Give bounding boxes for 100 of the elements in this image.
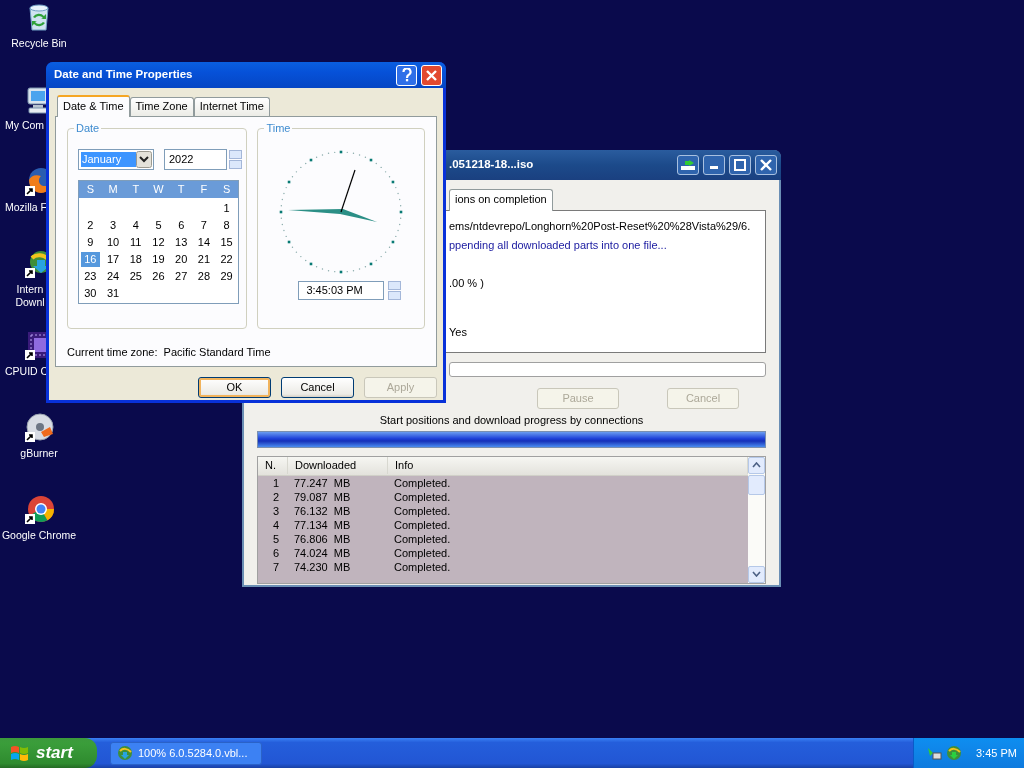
tab[interactable]: Time Zone [129, 97, 194, 116]
calendar-day[interactable]: 5 [147, 218, 170, 233]
text-field[interactable] [449, 362, 766, 377]
table-cell-text: 5 [271, 531, 281, 546]
calendar-day[interactable]: 1 [215, 201, 238, 216]
table-cell-text: Completed. [393, 517, 452, 532]
calendar-day[interactable]: 22 [215, 252, 238, 267]
calendar-day[interactable]: 8 [215, 218, 238, 233]
taskbar-button[interactable]: 100% 6.0.5284.0.vbl... [110, 741, 262, 765]
calendar-day[interactable]: 18 [124, 252, 148, 267]
calendar-day[interactable]: 25 [124, 269, 148, 284]
calendar-day[interactable]: 19 [147, 252, 170, 267]
calendar-day[interactable]: 26 [147, 269, 170, 284]
table-cell-text: Completed. [393, 531, 452, 546]
table-cell-text: 76.132 MB [293, 503, 352, 518]
browser-icon[interactable] [23, 494, 55, 526]
icon-label: Recycle Bin [11, 37, 67, 50]
calendar-day[interactable]: 29 [215, 269, 238, 284]
minimize-button[interactable] [703, 155, 725, 175]
start-button[interactable]: start [0, 738, 97, 768]
calendar-day[interactable]: 13 [169, 235, 193, 250]
table-cell-text: Completed. [393, 489, 452, 504]
close-icon [426, 69, 437, 81]
weekday-label: F [199, 182, 209, 198]
weekday-label: S [85, 182, 95, 198]
table-cell-text: 74.024 MB [293, 545, 352, 560]
icon-label: Google Chrome [1, 529, 77, 542]
calendar-day[interactable]: 28 [192, 269, 216, 284]
calendar-day[interactable]: 14 [192, 235, 216, 250]
column-header[interactable]: N. [258, 457, 288, 474]
time-zone-text: Current time zone: Pacific Standard Time [67, 345, 272, 360]
calendar-day[interactable]: 17 [101, 252, 125, 267]
tab[interactable]: ions on completion [449, 189, 553, 211]
table-cell-text: Completed. [393, 503, 452, 518]
maximize-button[interactable] [729, 155, 751, 175]
calendar-day[interactable]: 27 [169, 269, 193, 284]
calendar-day[interactable]: 20 [169, 252, 193, 267]
window-title: Date and Time Properties [54, 67, 193, 83]
table-cell-text: 76.806 MB [293, 531, 352, 546]
weekday-label: T [131, 182, 141, 198]
calendar-day[interactable]: 21 [192, 252, 216, 267]
group-label: Time [264, 121, 293, 135]
table-cell-text: 77.134 MB [293, 517, 352, 532]
time-field[interactable]: 3:45:03 PM [298, 281, 385, 300]
table-cell-text: Completed. [393, 475, 452, 490]
table-cell-text: 1 [271, 475, 281, 490]
help-button[interactable] [396, 64, 417, 86]
tab[interactable]: Date & Time [57, 95, 130, 117]
year-field[interactable]: 2022 [164, 149, 227, 170]
calendar-day[interactable]: 24 [101, 269, 125, 284]
calendar-day[interactable]: 6 [169, 218, 193, 233]
column-header[interactable]: Downloaded [288, 457, 388, 474]
tab[interactable]: Internet Time [193, 97, 270, 116]
scrollbar[interactable] [748, 456, 765, 583]
calendar-day[interactable]: 4 [124, 218, 148, 233]
info-text: Yes [449, 325, 468, 340]
calendar-day[interactable]: 30 [79, 286, 102, 301]
calendar-day[interactable]: 9 [79, 235, 102, 250]
table-cell-text: 2 [271, 489, 281, 504]
table-cell-text: 74.230 MB [293, 559, 352, 574]
question-mark-icon [401, 68, 412, 82]
table-cell-text: 4 [271, 517, 281, 532]
table-cell-text: 7 [271, 559, 281, 574]
selected-text: January [81, 152, 136, 167]
table-cell-text: 79.087 MB [293, 489, 352, 504]
icon-label: gBurner [20, 447, 58, 460]
calendar-day[interactable]: 7 [192, 218, 216, 233]
calendar-day[interactable]: 15 [215, 235, 238, 250]
weekday-label: W [152, 182, 165, 198]
window-title: .051218-18...iso [449, 157, 534, 173]
network-icon[interactable] [926, 745, 942, 761]
calendar-day[interactable]: 2 [79, 218, 102, 233]
weekday-label: M [107, 182, 119, 198]
calendar-day[interactable]: 10 [101, 235, 125, 250]
calendar-day[interactable]: 11 [124, 235, 148, 250]
chip-icon[interactable] [23, 330, 46, 362]
weekday-label: T [176, 182, 186, 198]
calendar-day[interactable]: 31 [101, 286, 125, 301]
scroll-thumb[interactable] [748, 474, 765, 495]
send-to-tray-button[interactable] [677, 155, 699, 175]
clock-text: 3:45 PM [976, 745, 1017, 761]
close-button[interactable] [755, 155, 777, 175]
calendar-day[interactable]: 23 [79, 269, 102, 284]
icon-label: Mozilla F [5, 201, 47, 214]
maximize-icon [734, 159, 746, 171]
disc-icon[interactable] [23, 412, 55, 444]
download-globe-icon [117, 745, 133, 761]
table-cell-text: Completed. [393, 559, 452, 574]
button[interactable]: Cancel [281, 377, 354, 398]
url-text: ems/ntdevrepo/Longhorn%20Post-Reset%20%28Vista%29/6. [449, 219, 752, 234]
table-cell-text: 77.247 MB [293, 475, 352, 490]
table-cell-text: Completed. [393, 545, 452, 560]
button[interactable]: OK [198, 377, 271, 398]
group-label: Date [74, 121, 102, 135]
weekday-label: S [221, 182, 232, 198]
table-cell-text: 3 [271, 503, 281, 518]
calendar-day[interactable]: 3 [101, 218, 125, 233]
table-cell-text: 6 [271, 545, 281, 560]
section-label: Start positions and download progress by connections [378, 413, 645, 428]
calendar-day[interactable]: 12 [147, 235, 170, 250]
